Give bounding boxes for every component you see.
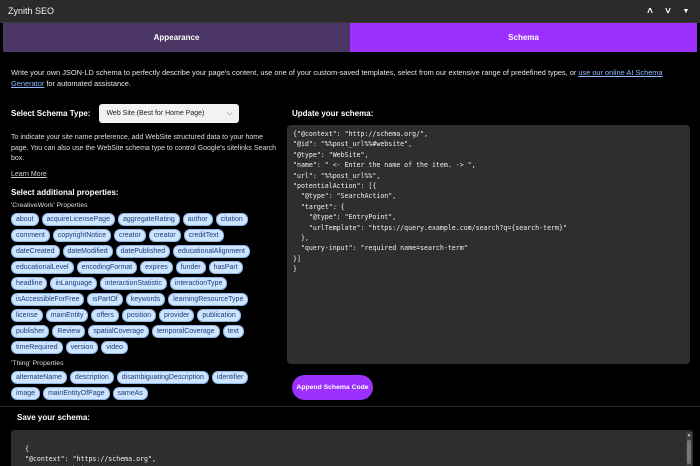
property-tag[interactable]: timeRequired <box>11 340 63 354</box>
scrollbar[interactable]: ▲ <box>686 432 692 466</box>
property-tag[interactable]: video <box>101 340 128 354</box>
property-tag[interactable]: about <box>11 212 39 226</box>
left-panel: Select Schema Type: Web Site (Best for H… <box>11 104 281 400</box>
chevron-up-icon[interactable]: ˄ <box>644 5 656 17</box>
property-tag[interactable]: copyrightNotice <box>52 228 112 242</box>
property-tag[interactable]: dateModified <box>62 244 113 258</box>
schema-code-editor[interactable]: {"@context": "http://schema.org/", "@id"… <box>287 125 690 364</box>
property-tag[interactable]: publication <box>197 308 241 322</box>
property-tag[interactable]: publisher <box>11 324 50 338</box>
property-tag[interactable]: sameAs <box>112 386 148 400</box>
property-tag[interactable]: dateCreated <box>11 244 60 258</box>
property-tag[interactable]: interactionStatistic <box>100 276 167 290</box>
property-tag[interactable]: creator <box>148 228 181 242</box>
property-tag[interactable]: offers <box>91 308 119 322</box>
append-schema-button[interactable]: Append Schema Code <box>292 375 373 400</box>
property-tag[interactable]: educationalAlignment <box>173 244 250 258</box>
tab-schema[interactable]: Schema <box>350 23 697 52</box>
scroll-up-icon[interactable]: ▲ <box>686 432 692 438</box>
property-tag[interactable]: creditText <box>183 228 224 242</box>
property-tag[interactable]: isPartOf <box>87 292 123 306</box>
intro-suffix: for automated assistance. <box>44 79 131 88</box>
saved-schema-code: { "@context": "https://schema.org", "@ty… <box>24 445 156 466</box>
tab-appearance[interactable]: Appearance <box>3 23 350 52</box>
property-tag[interactable]: author <box>182 212 213 226</box>
intro-main: Write your own JSON-LD schema to perfect… <box>11 68 579 77</box>
property-tag[interactable]: Review <box>52 324 86 338</box>
property-tag[interactable]: acquireLicensePage <box>41 212 115 226</box>
save-schema-label: Save your schema: <box>17 413 90 422</box>
scroll-thumb[interactable] <box>687 440 691 464</box>
property-tag[interactable]: temporalCoverage <box>151 324 220 338</box>
chevron-down-icon[interactable]: ˅ <box>662 5 674 17</box>
chevron-down-icon: ⌵ <box>227 109 233 117</box>
property-tag[interactable]: interactionType <box>169 276 228 290</box>
property-tag[interactable]: educationalLevel <box>11 260 74 274</box>
property-tag[interactable]: learningResourceType <box>168 292 249 306</box>
thing-properties-label: 'Thing' Properties <box>11 359 64 367</box>
property-tag[interactable]: identifier <box>211 370 249 384</box>
property-tag[interactable]: image <box>11 386 41 400</box>
property-tag[interactable]: hasPart <box>208 260 243 274</box>
schema-description: To indicate your site name preference, a… <box>11 134 277 162</box>
schema-type-label: Select Schema Type: <box>11 109 91 118</box>
property-tag[interactable]: alternateName <box>11 370 67 384</box>
learn-more-link[interactable]: Learn More <box>11 171 47 178</box>
property-tag[interactable]: provider <box>159 308 195 322</box>
window-titlebar: Zynith SEO ˄ ˅ ▼ <box>0 0 700 23</box>
property-tag[interactable]: disambiguatingDescription <box>116 370 209 384</box>
property-tag[interactable]: expires <box>140 260 173 274</box>
thing-tag-list: alternateName description disambiguatingDe… <box>11 370 273 400</box>
property-tag[interactable]: inLanguage <box>50 276 98 290</box>
window-title: Zynith SEO <box>8 6 55 16</box>
tab-bar: Appearance Schema <box>3 23 697 52</box>
property-tag[interactable]: keywords <box>125 292 166 306</box>
property-tag[interactable]: creator <box>114 228 146 242</box>
property-tag[interactable]: aggregateRating <box>117 212 180 226</box>
additional-properties-label: Select additional properties: <box>11 187 119 197</box>
property-tag[interactable]: spatialCoverage <box>88 324 149 338</box>
property-tag[interactable]: citation <box>215 212 248 226</box>
section-divider <box>0 406 700 407</box>
schema-type-select[interactable]: Web Site (Best for Home Page) ⌵ <box>99 104 240 123</box>
caret-down-icon[interactable]: ▼ <box>680 5 692 17</box>
creativework-tag-list: about acquireLicensePage aggregateRating au… <box>11 212 273 354</box>
property-tag[interactable]: description <box>69 370 114 384</box>
schema-type-value: Web Site (Best for Home Page) <box>106 110 205 117</box>
window-controls: ˄ ˅ ▼ <box>644 5 692 17</box>
property-tag[interactable]: position <box>121 308 157 322</box>
saved-schema-editor[interactable]: { "@context": "https://schema.org", "@ty… <box>11 430 693 466</box>
update-schema-label: Update your schema: <box>292 109 374 118</box>
property-tag[interactable]: mainEntity <box>45 308 89 322</box>
property-tag[interactable]: comment <box>11 228 50 242</box>
intro-text: Write your own JSON-LD schema to perfect… <box>11 67 691 89</box>
creativework-properties-label: 'CreativeWork' Properties <box>11 201 88 209</box>
property-tag[interactable]: text <box>222 324 244 338</box>
property-tag[interactable]: datePublished <box>115 244 170 258</box>
property-tag[interactable]: isAccessibleForFree <box>11 292 85 306</box>
property-tag[interactable]: headline <box>11 276 48 290</box>
property-tag[interactable]: version <box>65 340 99 354</box>
property-tag[interactable]: mainEntityOfPage <box>43 386 110 400</box>
property-tag[interactable]: funder <box>175 260 206 274</box>
property-tag[interactable]: encodingFormat <box>76 260 138 274</box>
property-tag[interactable]: license <box>11 308 43 322</box>
